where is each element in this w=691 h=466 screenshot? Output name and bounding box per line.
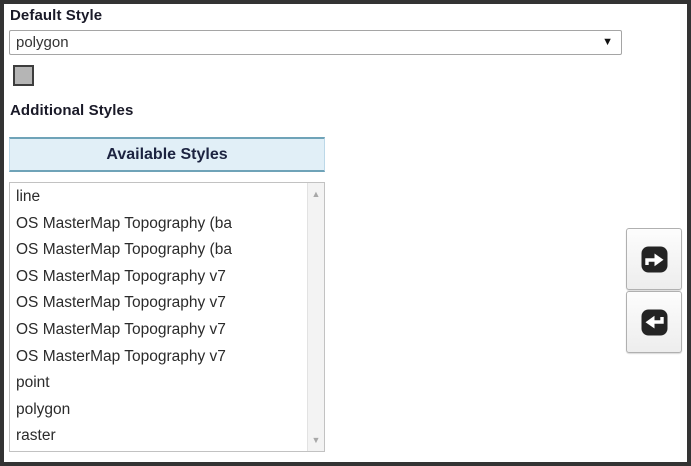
move-left-icon — [641, 309, 668, 336]
default-style-select[interactable]: polygon ▼ — [9, 30, 622, 55]
move-right-button[interactable] — [626, 228, 682, 290]
list-item[interactable]: line — [10, 184, 307, 211]
list-item[interactable]: OS MasterMap Topography v7 — [10, 344, 307, 371]
style-legend-swatch — [13, 65, 34, 86]
scroll-down-icon[interactable]: ▼ — [308, 431, 324, 449]
list-scrollbar[interactable]: ▲ ▼ — [307, 183, 324, 451]
list-item[interactable]: OS MasterMap Topography (ba — [10, 237, 307, 264]
scroll-up-icon[interactable]: ▲ — [308, 185, 324, 203]
available-styles-listbox[interactable]: line OS MasterMap Topography (ba OS Master… — [9, 182, 325, 452]
dropdown-arrow-icon: ▼ — [602, 36, 613, 48]
additional-styles-label: Additional Styles — [10, 102, 134, 119]
available-styles-list: line OS MasterMap Topography (ba OS Master… — [10, 184, 307, 451]
move-left-button[interactable] — [626, 291, 682, 353]
panel-frame: Default Style polygon ▼ Additional Style… — [0, 0, 691, 466]
default-style-selected-value: polygon — [16, 34, 69, 51]
list-item[interactable]: raster — [10, 423, 307, 450]
default-style-label: Default Style — [10, 7, 103, 24]
available-styles-header-text: Available Styles — [106, 145, 228, 163]
list-item[interactable]: OS MasterMap Topography v7 — [10, 317, 307, 344]
list-item[interactable]: OS MasterMap Topography v7 — [10, 290, 307, 317]
available-styles-header: Available Styles — [9, 137, 325, 172]
list-item[interactable]: polygon — [10, 397, 307, 424]
list-item[interactable]: point — [10, 370, 307, 397]
list-item[interactable]: OS MasterMap Topography (ba — [10, 211, 307, 238]
move-right-icon — [641, 246, 668, 273]
list-item[interactable]: OS MasterMap Topography v7 — [10, 264, 307, 291]
